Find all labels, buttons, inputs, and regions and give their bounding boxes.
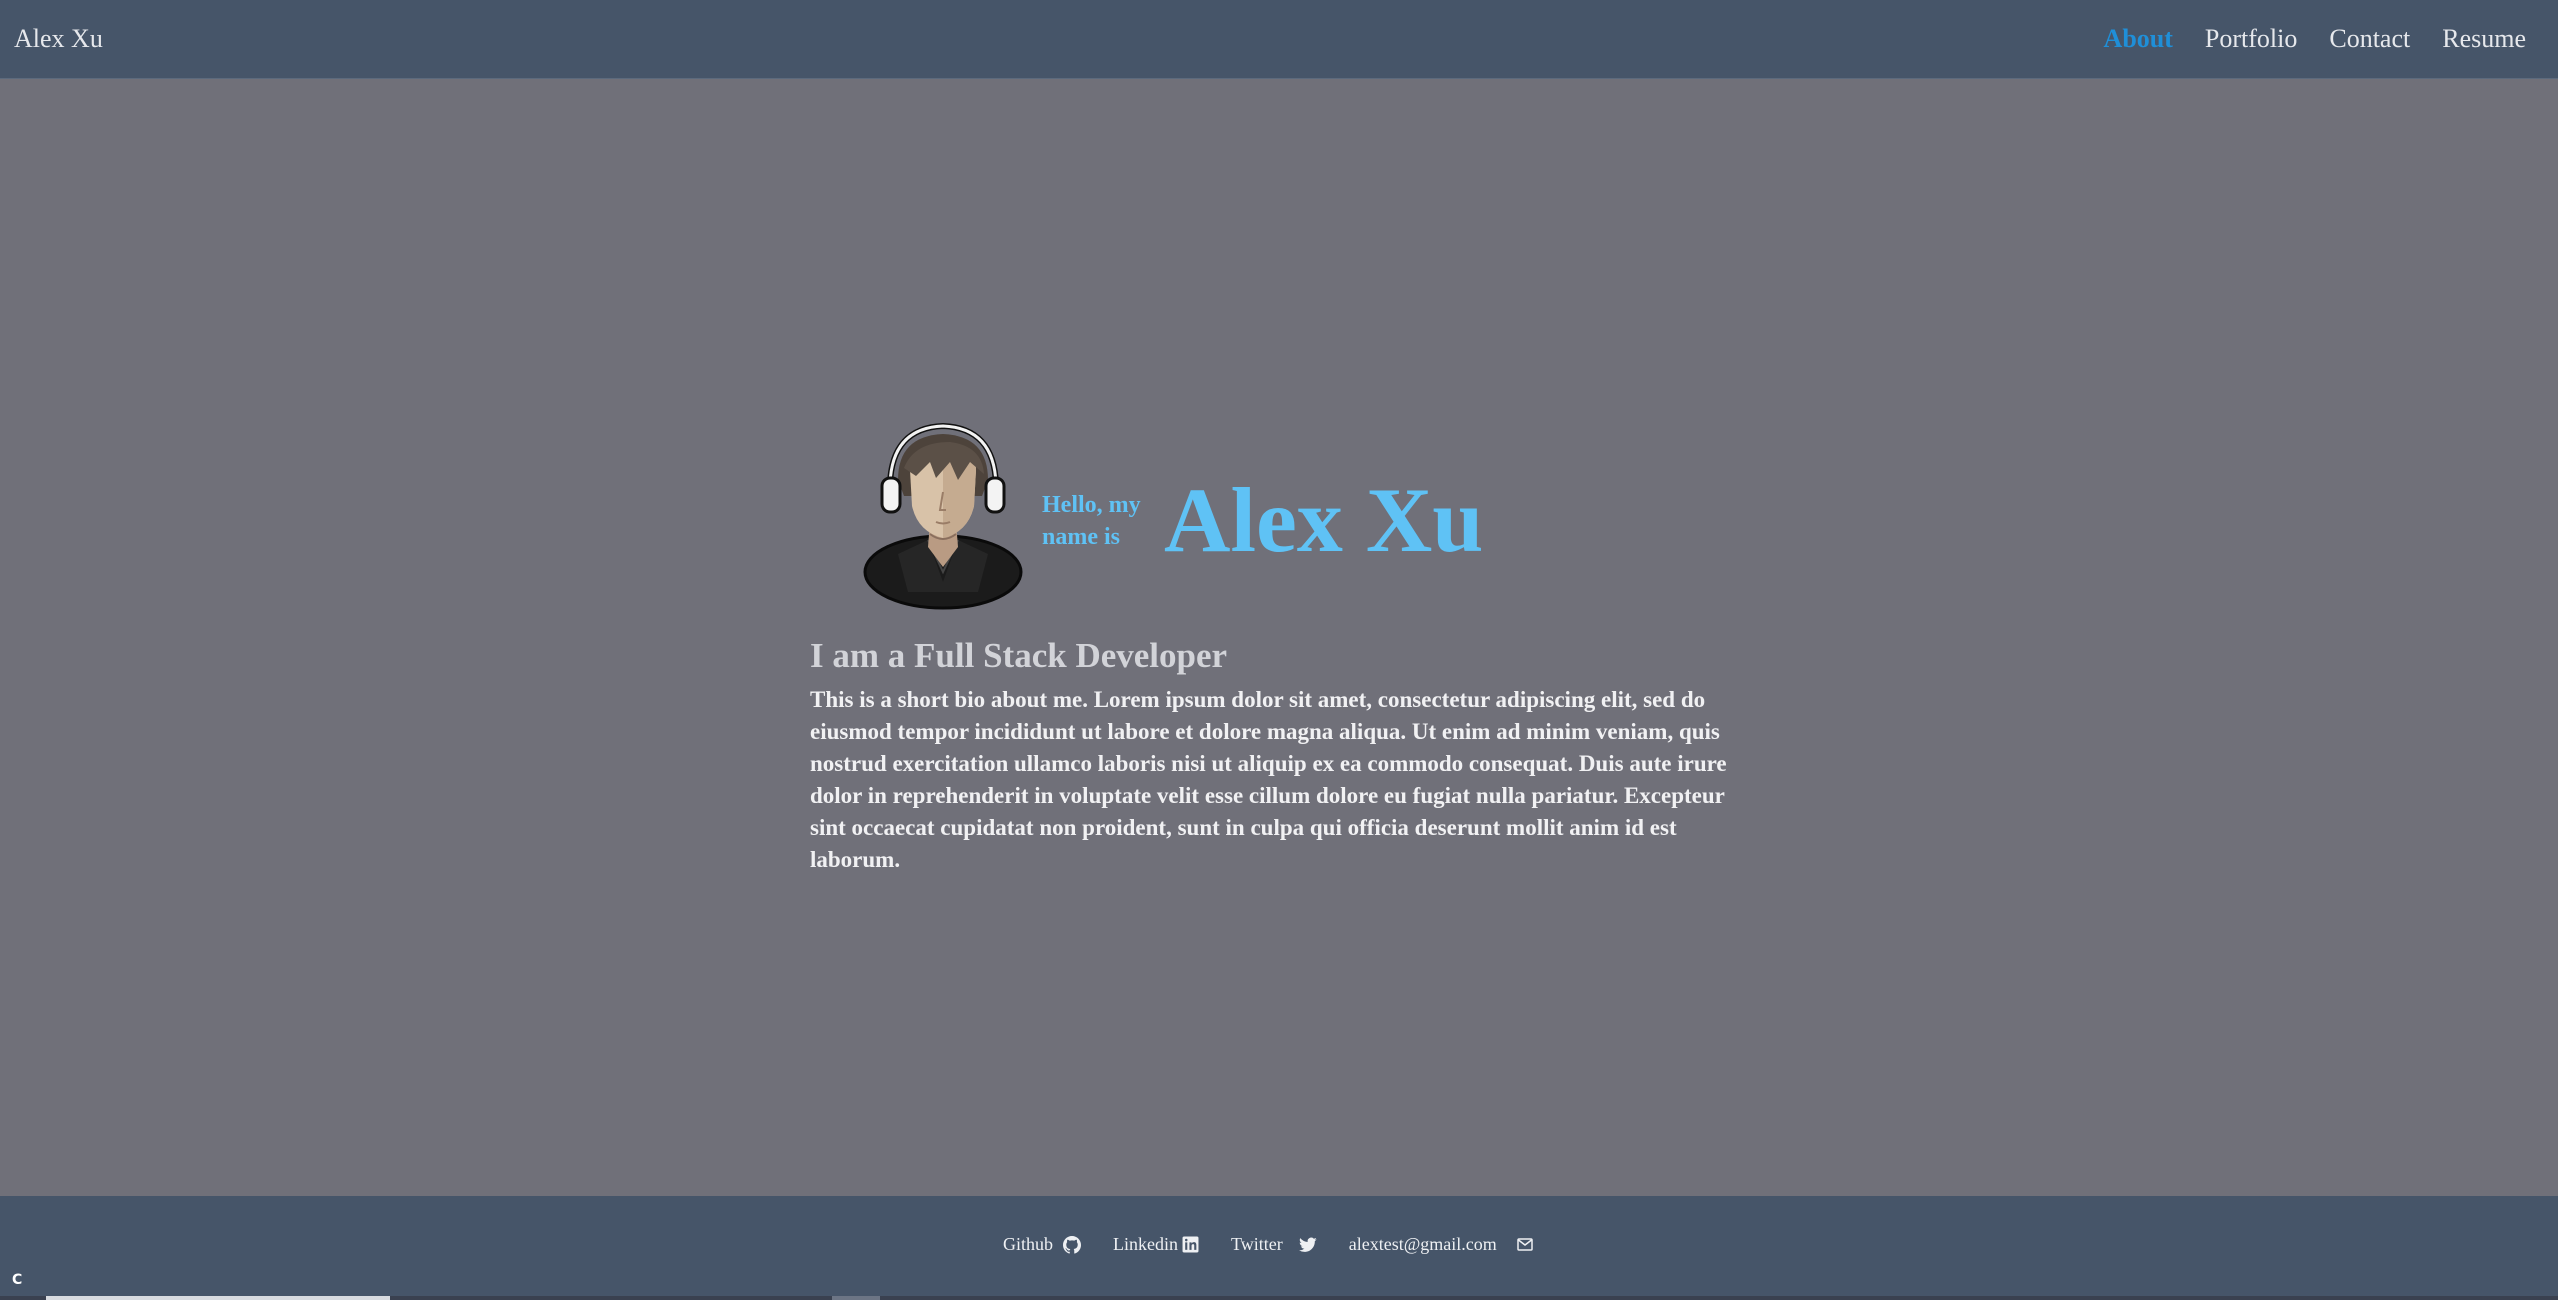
- taskbar-app-icon[interactable]: C: [12, 1272, 22, 1288]
- social-links: Github Linkedin Twitter alextest@gmail.c…: [1003, 1234, 1565, 1255]
- scrollbar-marker: [832, 1296, 880, 1300]
- nav-portfolio[interactable]: Portfolio: [2205, 24, 2297, 54]
- email-link[interactable]: alextest@gmail.com: [1349, 1234, 1533, 1255]
- hero-intro: Hello, my name is Alex Xu: [858, 422, 1483, 612]
- role-heading: I am a Full Stack Developer: [810, 636, 1228, 675]
- github-link[interactable]: Github: [1003, 1234, 1082, 1255]
- horizontal-scrollbar[interactable]: [0, 1296, 2558, 1300]
- envelope-icon: [1517, 1238, 1533, 1251]
- github-icon: [1063, 1235, 1082, 1254]
- avatar: [863, 422, 1023, 610]
- twitter-link[interactable]: Twitter: [1231, 1234, 1317, 1255]
- scrollbar-thumb[interactable]: [46, 1296, 390, 1300]
- email-label: alextest@gmail.com: [1348, 1234, 1497, 1254]
- twitter-icon: [1298, 1237, 1317, 1253]
- hero-name: Alex Xu: [1164, 469, 1484, 571]
- nav-resume[interactable]: Resume: [2442, 24, 2526, 54]
- linkedin-icon: [1182, 1236, 1199, 1253]
- linkedin-link[interactable]: Linkedin: [1113, 1234, 1199, 1255]
- brand-link[interactable]: Alex Xu: [14, 24, 103, 54]
- nav-contact[interactable]: Contact: [2329, 24, 2410, 54]
- linkedin-label: Linkedin: [1113, 1234, 1179, 1254]
- twitter-label: Twitter: [1231, 1234, 1283, 1254]
- main-nav: About Portfolio Contact Resume: [2104, 24, 2526, 54]
- greeting-text: Hello, my name is: [1042, 492, 1141, 550]
- bio-text: This is a short bio about me. Lorem ipsu…: [810, 687, 1727, 872]
- site-footer: Github Linkedin Twitter alextest@gmail.c…: [0, 1196, 2558, 1300]
- nav-about[interactable]: About: [2104, 24, 2173, 54]
- github-label: Github: [1003, 1234, 1054, 1254]
- site-header: Alex Xu About Portfolio Contact Resume: [0, 0, 2558, 79]
